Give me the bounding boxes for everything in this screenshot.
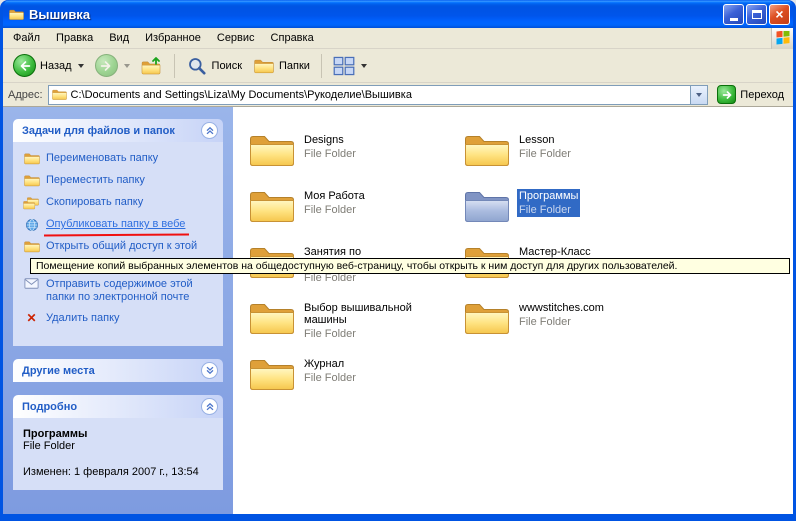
forward-dropdown-caret[interactable] <box>124 64 130 68</box>
folder-icon <box>249 131 295 169</box>
minimize-button[interactable] <box>723 4 744 25</box>
address-bar: Адрес: C:\Documents and Settings\Liza\My… <box>3 83 793 107</box>
search-button[interactable]: Поиск <box>182 54 246 78</box>
title-bar[interactable]: Вышивка × <box>3 0 793 28</box>
menu-favorites[interactable]: Избранное <box>137 29 209 47</box>
up-button[interactable] <box>137 54 167 78</box>
task-email-folder[interactable]: Отправить содержимое этой папки по элект… <box>23 278 217 304</box>
file-tile-selected[interactable]: ПрограммыFile Folder <box>464 187 669 243</box>
file-tile[interactable]: DesignsFile Folder <box>249 131 454 187</box>
back-icon <box>13 54 36 77</box>
main-area: Задачи для файлов и папок Переименовать … <box>3 107 793 514</box>
rename-folder-icon <box>23 152 40 166</box>
address-combo[interactable]: C:\Documents and Settings\Liza\My Docume… <box>48 85 709 105</box>
window-folder-icon <box>9 8 24 21</box>
file-tile[interactable]: Выбор вышивальной машиныFile Folder <box>249 299 454 355</box>
folder-icon <box>249 355 295 393</box>
details-body: Программы File Folder Изменен: 1 февраля… <box>13 418 223 490</box>
menu-edit[interactable]: Правка <box>48 29 101 47</box>
go-label: Переход <box>740 89 784 101</box>
folder-icon <box>249 299 295 337</box>
toolbar-separator <box>174 54 175 78</box>
close-button[interactable]: × <box>769 4 790 25</box>
back-dropdown-caret[interactable] <box>78 64 84 68</box>
search-label: Поиск <box>212 60 242 72</box>
publish-web-icon <box>23 218 40 232</box>
window-title: Вышивка <box>29 7 718 22</box>
up-folder-icon <box>141 56 163 76</box>
task-rename-folder[interactable]: Переименовать папку <box>23 152 217 166</box>
file-tile[interactable]: Моя РаботаFile Folder <box>249 187 454 243</box>
details-section: Подробно Программы File Folder Изменен: … <box>13 395 223 490</box>
explorer-window: Вышивка × Файл Правка Вид Избранное Серв… <box>0 0 796 521</box>
copy-folder-icon <box>23 196 40 210</box>
other-places-section: Другие места <box>13 359 223 382</box>
details-header[interactable]: Подробно <box>13 395 223 418</box>
folders-button[interactable]: Папки <box>249 54 314 78</box>
address-folder-icon <box>52 88 67 101</box>
folder-icon-selected <box>464 187 510 225</box>
forward-icon <box>95 54 118 77</box>
menu-view[interactable]: Вид <box>101 29 137 47</box>
back-button[interactable]: Назад <box>9 52 88 79</box>
menu-help[interactable]: Справка <box>263 29 322 47</box>
file-tile[interactable]: wwwstitches.comFile Folder <box>464 299 669 355</box>
file-tasks-body: Переименовать папку Переместить папку Ск… <box>13 142 223 346</box>
address-path[interactable]: C:\Documents and Settings\Liza\My Docume… <box>71 89 687 101</box>
red-underline-annotation <box>44 233 189 236</box>
folders-label: Папки <box>279 60 310 72</box>
chevron-up-icon[interactable] <box>201 122 218 139</box>
views-dropdown-caret[interactable] <box>361 64 367 68</box>
folder-icon <box>464 299 510 337</box>
details-title: Подробно <box>22 401 77 413</box>
menu-tools[interactable]: Сервис <box>209 29 263 47</box>
toolbar: Назад Поиск <box>3 49 793 83</box>
folder-icon <box>249 187 295 225</box>
file-list-area[interactable]: DesignsFile Folder LessonFile Folder Моя… <box>233 107 793 514</box>
file-tasks-header[interactable]: Задачи для файлов и папок <box>13 119 223 142</box>
search-icon <box>186 56 208 76</box>
delete-x-icon: ✕ <box>23 312 40 326</box>
address-label: Адрес: <box>8 89 43 101</box>
task-delete-folder[interactable]: ✕ Удалить папку <box>23 312 217 326</box>
windows-logo-icon <box>771 28 793 49</box>
move-folder-icon <box>23 174 40 188</box>
other-places-header[interactable]: Другие места <box>13 359 223 382</box>
back-label: Назад <box>40 60 72 72</box>
menu-bar: Файл Правка Вид Избранное Сервис Справка <box>3 28 793 49</box>
task-move-folder[interactable]: Переместить папку <box>23 174 217 188</box>
task-copy-folder[interactable]: Скопировать папку <box>23 196 217 210</box>
email-icon <box>23 278 40 292</box>
go-button[interactable]: Переход <box>713 85 788 104</box>
forward-button[interactable] <box>91 52 134 79</box>
folders-icon <box>253 56 275 76</box>
other-places-title: Другие места <box>22 365 95 377</box>
details-type: File Folder <box>23 440 217 452</box>
file-tile[interactable]: ЖурналFile Folder <box>249 355 454 411</box>
folder-icon <box>464 131 510 169</box>
file-tasks-section: Задачи для файлов и папок Переименовать … <box>13 119 223 346</box>
share-folder-icon <box>23 240 40 254</box>
toolbar-separator <box>321 54 322 78</box>
file-tile[interactable]: LessonFile Folder <box>464 131 669 187</box>
address-dropdown-button[interactable] <box>690 86 707 104</box>
views-button[interactable] <box>329 54 371 78</box>
details-name: Программы <box>23 428 217 440</box>
views-icon <box>333 56 355 76</box>
task-pane: Задачи для файлов и папок Переименовать … <box>3 107 233 514</box>
task-publish-folder[interactable]: Опубликовать папку в вебе <box>23 218 217 232</box>
maximize-button[interactable] <box>746 4 767 25</box>
chevron-up-icon[interactable] <box>201 398 218 415</box>
go-icon <box>717 85 736 104</box>
details-modified: Изменен: 1 февраля 2007 г., 13:54 <box>23 466 217 478</box>
publish-tooltip: Помещение копий выбранных элементов на о… <box>30 258 790 274</box>
chevron-down-icon[interactable] <box>201 362 218 379</box>
file-tasks-title: Задачи для файлов и папок <box>22 125 175 137</box>
menu-file[interactable]: Файл <box>5 29 48 47</box>
